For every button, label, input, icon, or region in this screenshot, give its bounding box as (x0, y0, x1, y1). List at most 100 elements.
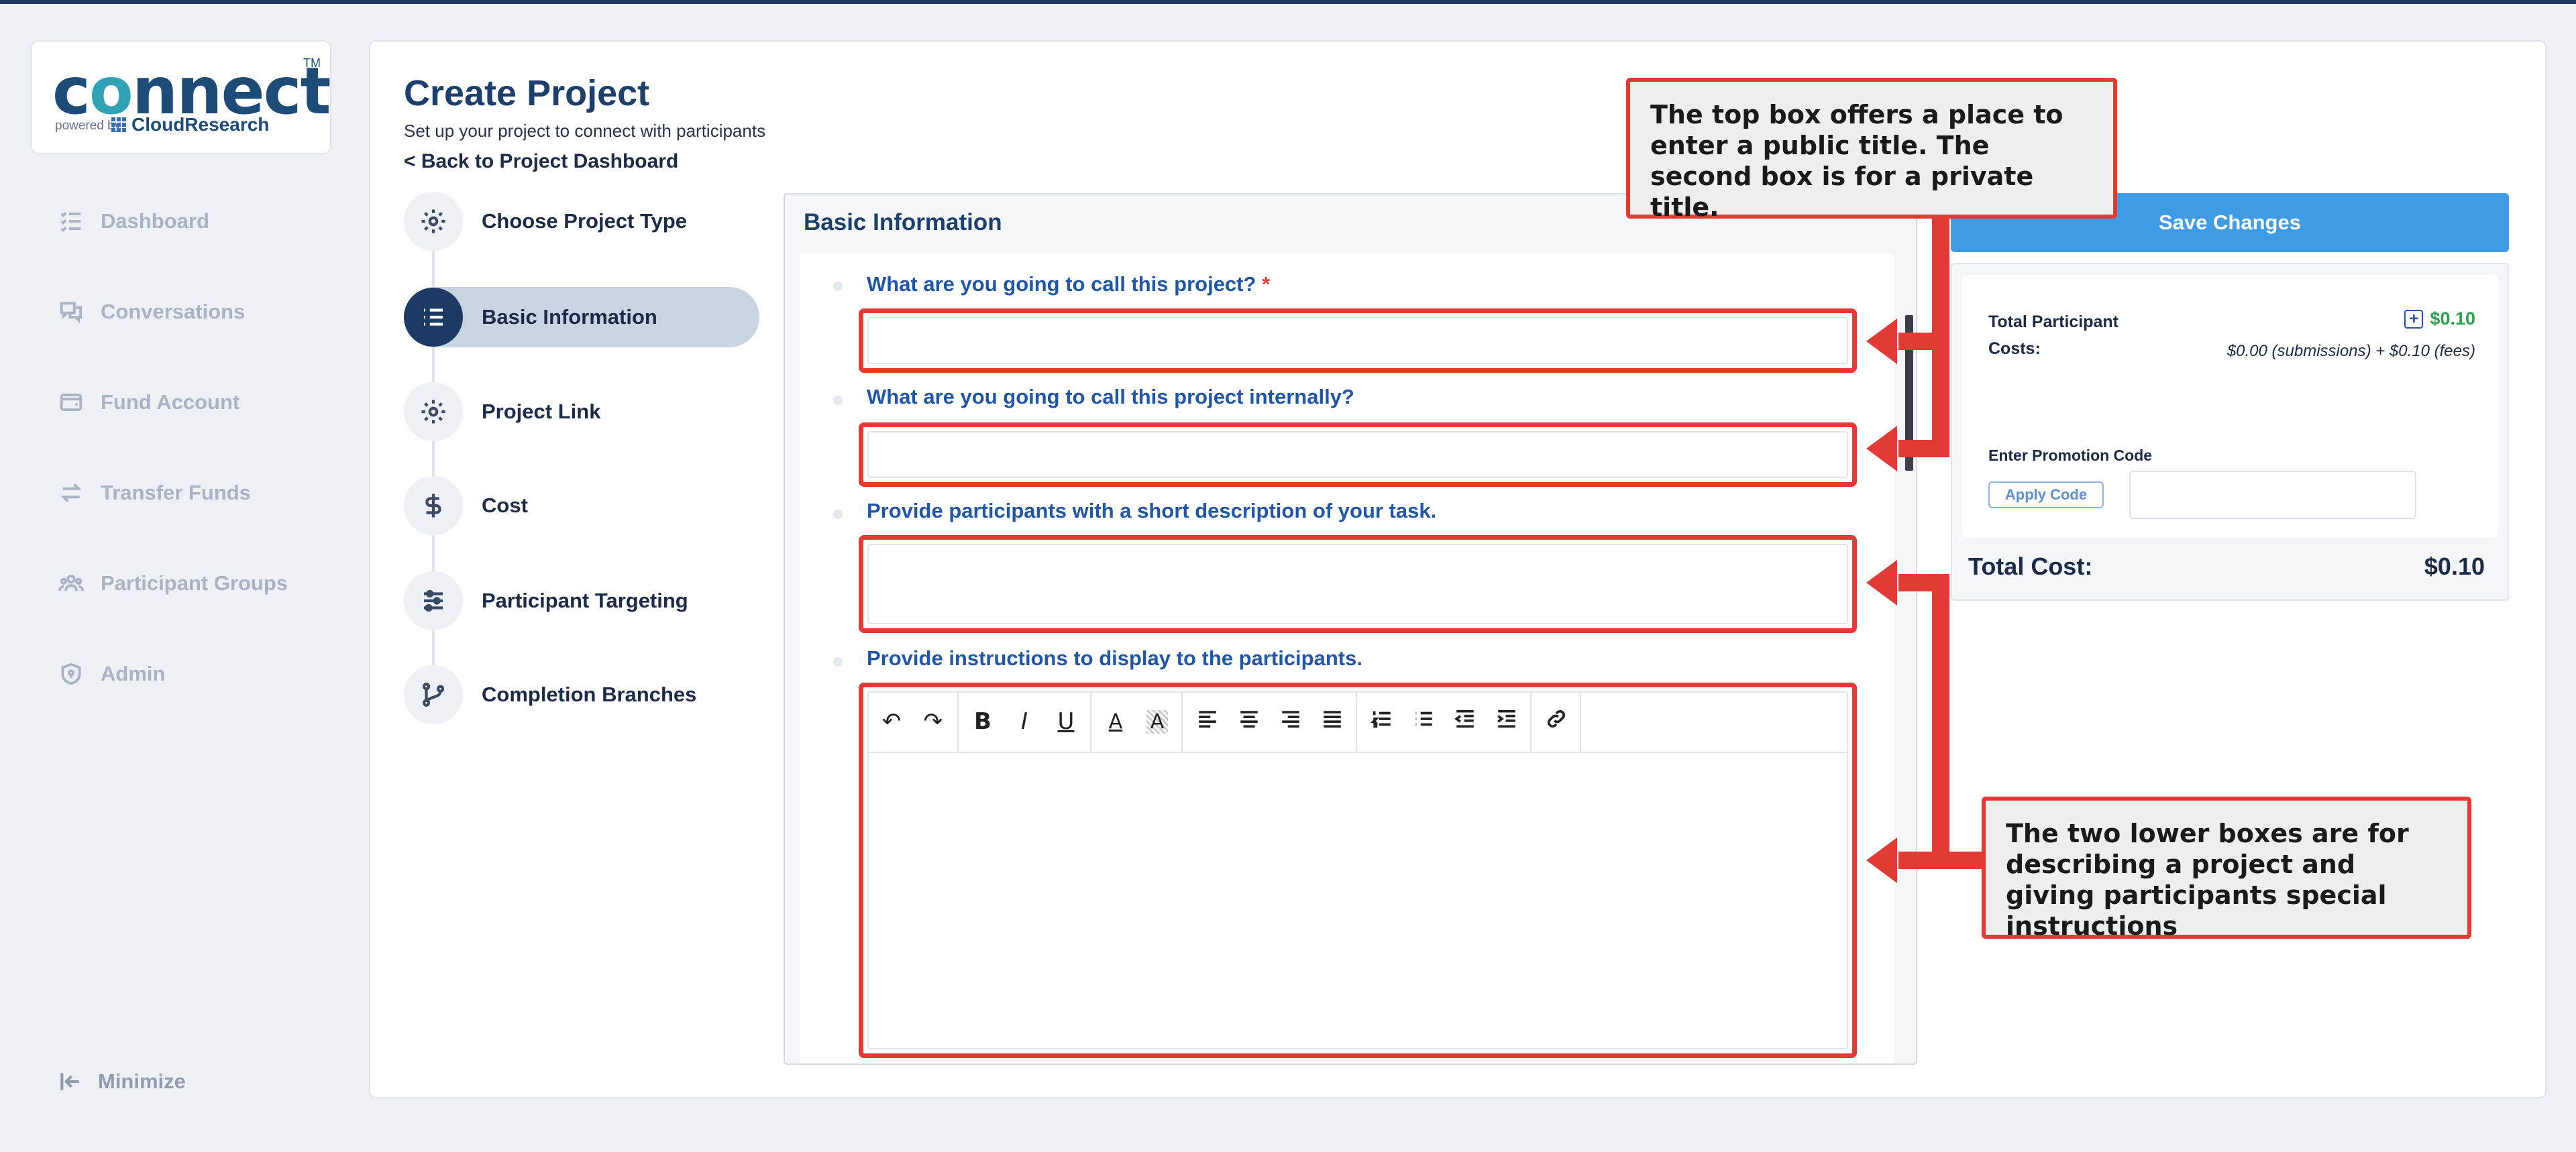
sidebar-item-fund-account[interactable]: Fund Account (58, 389, 239, 416)
sidebar-item-label: Participant Groups (101, 571, 288, 595)
required-marker: * (1262, 272, 1271, 296)
step-completion-branches[interactable]: Completion Branches (404, 665, 696, 724)
highlight-icon[interactable]: A (1146, 709, 1168, 734)
align-group (1183, 691, 1357, 752)
page-title: Create Project (404, 73, 650, 113)
underline-icon[interactable]: U (1055, 708, 1077, 735)
list-icon (404, 288, 463, 347)
format-group: B I U (959, 691, 1091, 752)
annotation-arrow-icon (1866, 838, 1897, 883)
question-bullet (833, 396, 843, 405)
users-icon (58, 570, 85, 597)
internal-title-label: What are you going to call this project … (867, 385, 1354, 408)
sidebar-item-participant-groups[interactable]: Participant Groups (58, 570, 288, 597)
total-participant-costs-value: + $0.10 (2404, 308, 2475, 329)
branch-icon (404, 665, 463, 724)
annotation-connector (1898, 852, 1986, 869)
sidebar-item-label: Conversations (101, 300, 246, 323)
sidebar-item-label: Fund Account (101, 390, 240, 414)
expand-plus-icon[interactable]: + (2404, 309, 2424, 329)
minimize-button[interactable]: Minimize (58, 1069, 186, 1094)
apply-code-button[interactable]: Apply Code (1988, 481, 2104, 508)
indent-icon[interactable] (1495, 707, 1517, 736)
chat-icon (58, 298, 85, 325)
bullet-list-icon[interactable] (1412, 707, 1434, 736)
minimize-label: Minimize (98, 1070, 186, 1093)
project-title-label: What are you going to call this project?… (867, 272, 1271, 296)
sidebar-item-transfer-funds[interactable]: Transfer Funds (58, 479, 251, 506)
annotation-connector (1898, 440, 1949, 457)
question-bullet (833, 282, 843, 291)
question-bullet (833, 657, 843, 667)
instructions-editor[interactable]: ↶ ↷ B I U A A (859, 683, 1857, 1058)
step-label: Cost (482, 494, 528, 517)
wallet-icon (58, 389, 85, 416)
logo-brand: CloudResearch (131, 114, 270, 135)
checklist-icon (58, 208, 85, 235)
sidebar-item-conversations[interactable]: Conversations (58, 298, 245, 325)
align-left-icon[interactable] (1196, 707, 1218, 736)
sidebar-item-dashboard[interactable]: Dashboard (58, 208, 209, 235)
short-description-input[interactable] (859, 535, 1857, 633)
redo-icon[interactable]: ↷ (922, 708, 944, 735)
sidebar-item-label: Admin (101, 662, 166, 685)
undo-icon[interactable]: ↶ (881, 708, 902, 735)
basic-information-card: Basic Information What are you going to … (784, 193, 1917, 1065)
step-cost[interactable]: Cost (404, 476, 528, 535)
promotion-code-label: Enter Promotion Code (1988, 447, 2153, 464)
page-subtitle: Set up your project to connect with part… (404, 121, 766, 141)
question-bullet (833, 510, 843, 519)
collapse-icon (60, 1073, 79, 1090)
step-label: Project Link (482, 400, 601, 423)
gear-icon (404, 192, 463, 251)
step-label: Basic Information (482, 305, 657, 329)
annotation-connector (1932, 574, 1949, 866)
link-group (1532, 691, 1581, 752)
promotion-code-input[interactable] (2129, 471, 2416, 519)
total-cost-label: Total Cost: (1968, 553, 2093, 580)
align-right-icon[interactable] (1279, 707, 1301, 736)
form-body: What are you going to call this project?… (800, 253, 1894, 1063)
transfer-icon (58, 479, 85, 506)
italic-icon[interactable]: I (1014, 708, 1035, 735)
step-project-link[interactable]: Project Link (404, 382, 600, 441)
font-color-icon[interactable]: A (1105, 710, 1126, 734)
annotation-connector (1898, 574, 1949, 591)
annotation-arrow-icon (1866, 560, 1897, 606)
form-heading: Basic Information (804, 209, 1002, 235)
gear-icon (404, 382, 463, 441)
project-title-input[interactable] (859, 308, 1857, 373)
cost-details: Total Participant Costs: + $0.10 $0.00 (… (1962, 275, 2498, 538)
internal-title-input[interactable] (859, 422, 1857, 487)
step-label: Completion Branches (482, 683, 697, 706)
step-label: Participant Targeting (482, 589, 688, 612)
short-description-label: Provide participants with a short descri… (867, 499, 1437, 522)
cloudresearch-grid-icon (111, 117, 126, 132)
app-logo[interactable]: connect TM powered by CloudResearch (31, 40, 331, 154)
sidebar-item-label: Dashboard (101, 209, 209, 233)
step-basic-information[interactable]: Basic Information (404, 288, 657, 347)
sidebar-item-admin[interactable]: Admin (58, 660, 165, 687)
step-choose-project-type[interactable]: Choose Project Type (404, 192, 687, 251)
back-to-dashboard-link[interactable]: < Back to Project Dashboard (404, 150, 678, 173)
annotation-arrow-icon (1866, 426, 1897, 471)
top-accent-bar (0, 0, 2576, 4)
outdent-icon[interactable] (1454, 707, 1475, 736)
sliders-icon (404, 571, 463, 630)
annotation-arrow-icon (1866, 319, 1897, 364)
sidebar-item-label: Transfer Funds (101, 481, 251, 504)
bold-icon[interactable]: B (972, 708, 994, 735)
align-justify-icon[interactable] (1321, 707, 1342, 736)
annotation-connector (1898, 333, 1949, 350)
color-group: A A (1091, 691, 1183, 752)
cost-summary-card: Total Participant Costs: + $0.10 $0.00 (… (1951, 263, 2509, 601)
cost-breakdown: $0.00 (submissions) + $0.10 (fees) (2226, 342, 2475, 360)
numbered-list-icon[interactable] (1370, 707, 1392, 736)
link-icon[interactable] (1545, 707, 1566, 736)
step-participant-targeting[interactable]: Participant Targeting (404, 571, 688, 630)
logo-trademark: TM (303, 56, 321, 70)
list-group (1357, 691, 1532, 752)
total-participant-costs-label: Total Participant Costs: (1988, 312, 2119, 358)
annotation-top-callout: The top box offers a place to enter a pu… (1626, 78, 2117, 222)
align-center-icon[interactable] (1238, 707, 1259, 736)
